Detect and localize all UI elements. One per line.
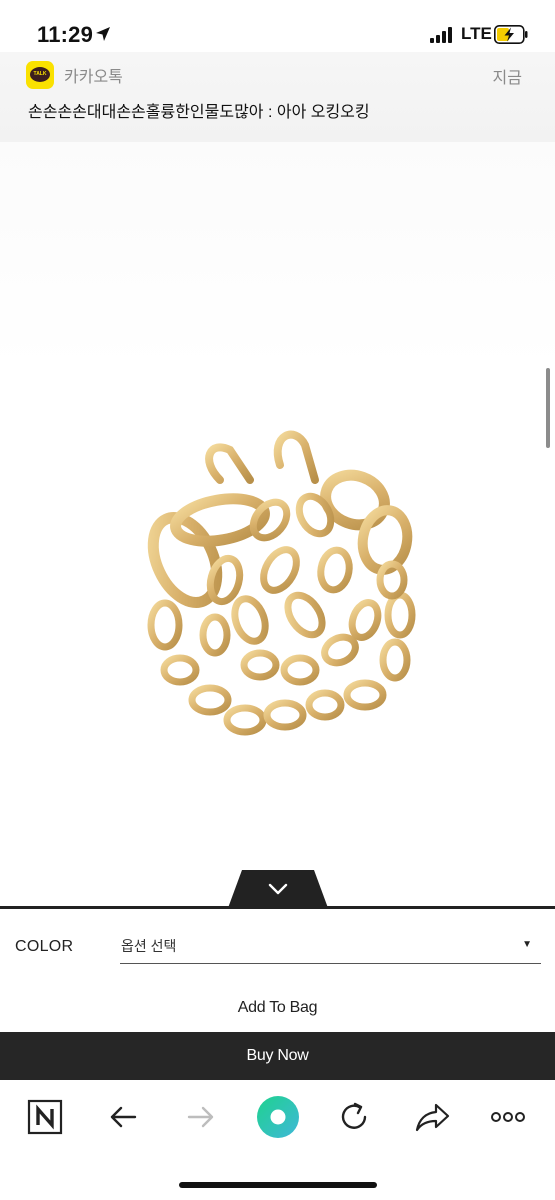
notification-time: 지금 xyxy=(492,70,522,87)
scroll-indicator[interactable] xyxy=(546,368,550,448)
page-background-fade xyxy=(0,142,555,372)
status-bar: 11:29 LTE xyxy=(0,0,555,52)
share-icon[interactable] xyxy=(412,1097,452,1137)
green-home-icon[interactable] xyxy=(256,1095,300,1139)
buy-now-button[interactable]: Buy Now xyxy=(0,1032,555,1080)
dropdown-caret-icon: ▼ xyxy=(522,939,532,950)
more-icon[interactable] xyxy=(488,1097,528,1137)
notification-message: 손손손손대대손손홀륭한인물도많아 : 아아 오킹오킹 xyxy=(28,104,370,121)
refresh-icon[interactable] xyxy=(334,1097,374,1137)
color-option-label: COLOR xyxy=(15,938,74,955)
battery-charging-icon xyxy=(494,25,528,44)
color-option-select[interactable]: 옵션 선택 ▼ xyxy=(120,928,541,964)
home-indicator[interactable] xyxy=(179,1182,377,1188)
gold-chain-strap-image xyxy=(147,430,416,736)
naver-n-icon[interactable] xyxy=(25,1097,65,1137)
panel-divider xyxy=(0,906,555,909)
status-time: 11:29 xyxy=(37,22,94,47)
kakaotalk-notification[interactable]: TALK 카카오톡 지금 손손손손대대손손홀륭한인물도많아 : 아아 오킹오킹 xyxy=(0,52,555,142)
notification-app-name: 카카오톡 xyxy=(64,69,123,86)
talk-bubble-icon: TALK xyxy=(30,67,50,82)
forward-arrow-icon[interactable] xyxy=(181,1097,221,1137)
signal-strength-icon xyxy=(430,27,456,43)
network-type: LTE xyxy=(461,24,492,43)
option-select-value: 옵션 선택 xyxy=(121,938,177,954)
add-to-bag-button[interactable]: Add To Bag xyxy=(0,984,555,1032)
chevron-down-icon xyxy=(268,883,288,895)
location-arrow-icon xyxy=(96,27,110,41)
kakaotalk-app-icon: TALK xyxy=(26,61,54,89)
back-arrow-icon[interactable] xyxy=(103,1097,143,1137)
collapse-panel-button[interactable] xyxy=(228,870,328,908)
